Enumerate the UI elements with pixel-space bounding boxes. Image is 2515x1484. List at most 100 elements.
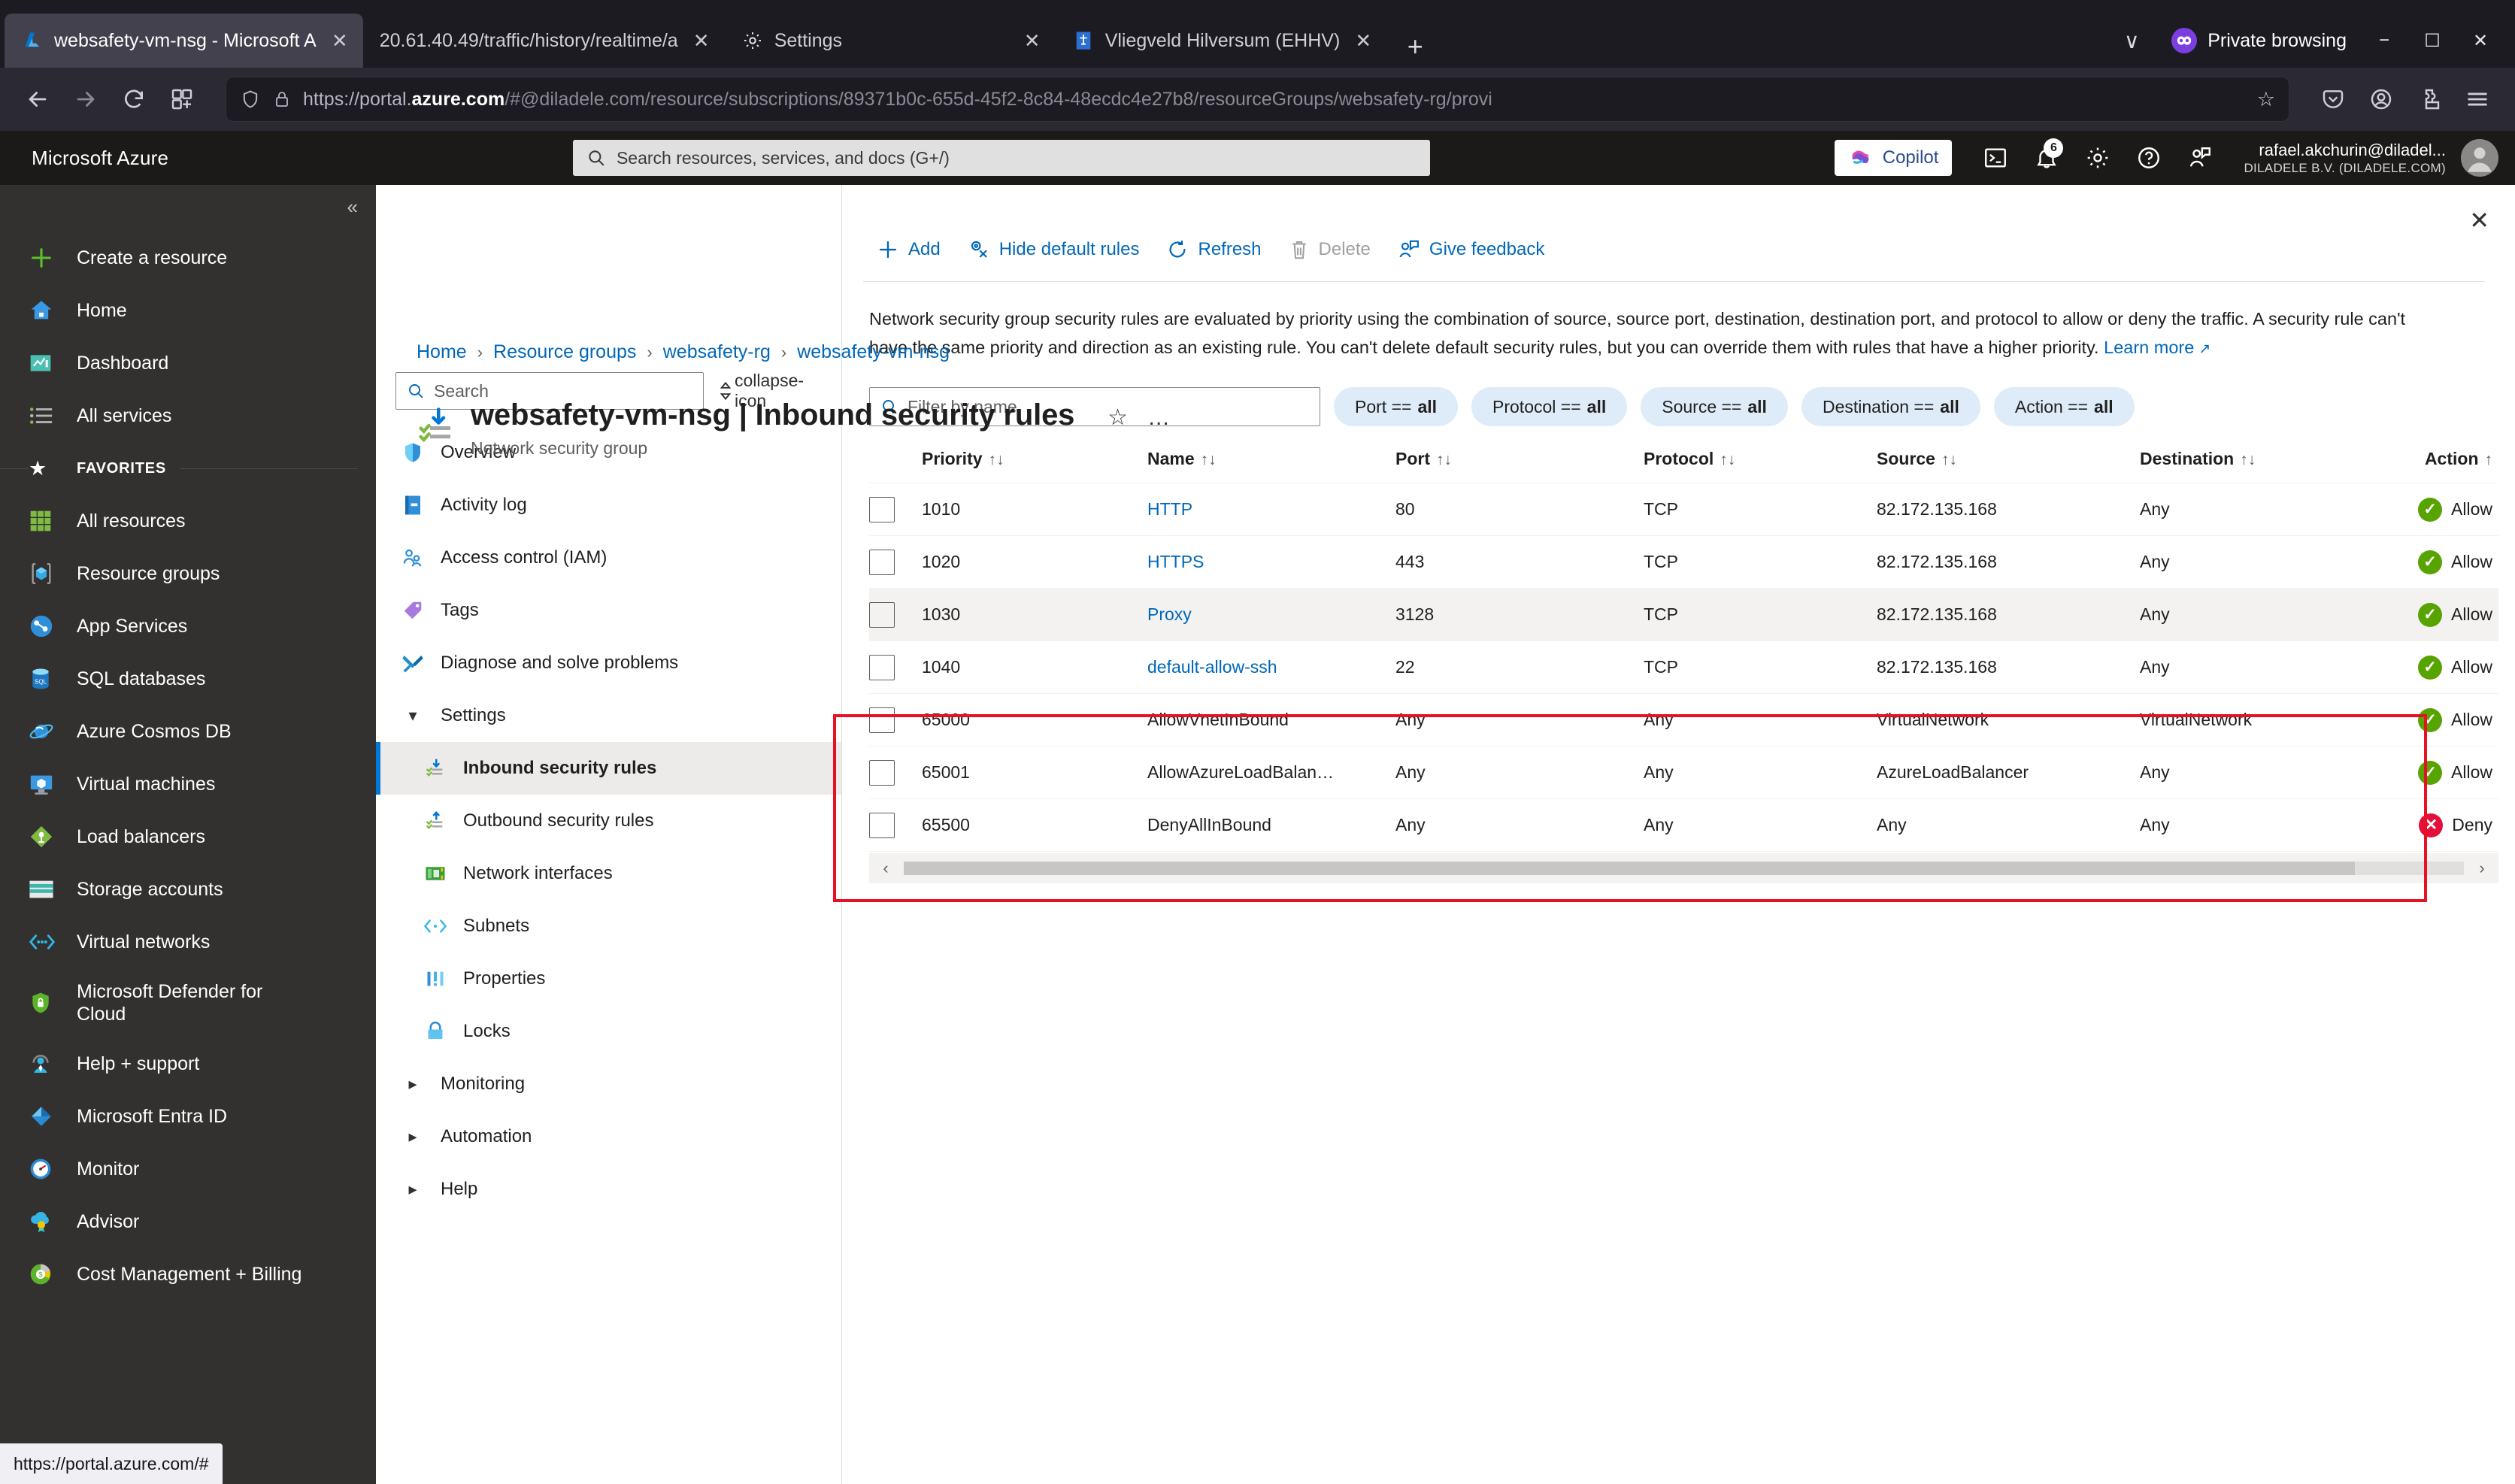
column-header-action[interactable]: Action ↑ [2388,449,2498,483]
save-to-pocket-icon[interactable] [2312,78,2354,120]
menu-item-subnets[interactable]: Subnets [376,900,841,952]
table-row[interactable]: 1030 Proxy 3128 TCP 82.172.135.168 Any ✓… [869,588,2498,641]
menu-item-network-interfaces[interactable]: Network interfaces [376,847,841,900]
extensions-icon[interactable] [161,78,203,120]
row-checkbox-cell[interactable] [869,483,922,536]
list-all-tabs-icon[interactable]: ∨ [2105,29,2158,53]
nav-item-dashboard[interactable]: Dashboard [0,337,376,389]
row-checkbox-cell[interactable] [869,694,922,747]
scroll-left-icon[interactable]: ‹ [869,859,902,878]
close-icon[interactable]: ✕ [327,29,353,53]
cell-name[interactable]: Proxy [1147,589,1395,641]
account-icon[interactable] [2360,78,2402,120]
feedback-icon[interactable] [2176,134,2224,182]
horizontal-scrollbar[interactable]: ‹ › [869,853,2498,884]
close-window-button[interactable]: ✕ [2456,14,2504,68]
nav-item-azure-cosmos-db[interactable]: Azure Cosmos DB [0,705,376,758]
filter-pill-destination[interactable]: Destination == all [1801,387,1980,427]
nav-item-advisor[interactable]: Advisor [0,1195,376,1248]
table-row[interactable]: 65001 AllowAzureLoadBalan… Any Any Azure… [869,746,2498,799]
help-icon[interactable] [2125,134,2173,182]
table-row[interactable]: 65000 AllowVnetInBound Any Any VirtualNe… [869,693,2498,747]
azure-brand[interactable]: Microsoft Azure [17,147,168,170]
row-checkbox-cell[interactable] [869,747,922,799]
nav-item-app-services[interactable]: App Services [0,600,376,653]
browser-tab-2[interactable]: 20.61.40.49/traffic/history/realtime/a ✕ [363,14,725,68]
nav-collapse-icon[interactable]: « [347,195,358,219]
back-icon[interactable] [17,78,59,120]
add-button[interactable]: Add [863,229,954,271]
close-icon[interactable]: ✕ [2469,206,2489,235]
maximize-button[interactable]: ☐ [2408,14,2456,68]
nav-item-all-resources[interactable]: All resources [0,495,376,547]
row-checkbox-cell[interactable] [869,536,922,589]
cell-name[interactable]: HTTPS [1147,536,1395,589]
bookmark-star-icon[interactable]: ☆ [2257,88,2275,111]
settings-gear-icon[interactable] [2074,134,2122,182]
star-icon[interactable]: ☆ [1108,404,1128,431]
row-checkbox[interactable] [869,496,895,522]
breadcrumb-websafety-rg[interactable]: websafety-rg [663,341,771,363]
nav-item-load-balancers[interactable]: Load balancers [0,810,376,863]
avatar[interactable] [2460,139,2498,177]
scrollbar-track[interactable] [904,862,2464,876]
copilot-button[interactable]: Copilot [1834,140,1953,176]
filter-pill-action[interactable]: Action == all [1993,387,2135,427]
column-header-source[interactable]: Source ↑↓ [1877,449,2140,483]
breadcrumb-home[interactable]: Home [417,341,467,363]
nav-item-sql-databases[interactable]: SQL SQL databases [0,653,376,705]
row-checkbox-cell[interactable] [869,799,922,852]
nav-item-help-support[interactable]: Help + support [0,1037,376,1090]
row-checkbox-cell[interactable] [869,641,922,694]
account-info[interactable]: rafael.akchurin@diladel... DILADELE B.V.… [2244,140,2446,177]
new-tab-button[interactable]: + [1394,26,1436,68]
table-row[interactable]: 65500 DenyAllInBound Any Any Any Any ✕ D… [869,798,2498,852]
forward-icon[interactable] [65,78,107,120]
menu-item-tags[interactable]: Tags [376,584,841,637]
menu-item-properties[interactable]: Properties [376,952,841,1005]
reload-icon[interactable] [113,78,155,120]
row-checkbox[interactable] [869,654,895,680]
cell-name[interactable]: HTTP [1147,483,1395,536]
menu-item-activity-log[interactable]: Activity log [376,479,841,532]
column-header-protocol[interactable]: Protocol ↑↓ [1644,449,1877,483]
browser-tab-1[interactable]: websafety-vm-nsg - Microsoft A ✕ [5,14,363,68]
cloud-shell-icon[interactable] [1971,134,2020,182]
menu-group-monitoring[interactable]: ▸ Monitoring [376,1058,841,1110]
refresh-button[interactable]: Refresh [1153,229,1274,271]
give-feedback-button[interactable]: Give feedback [1384,229,1558,271]
nav-item-home[interactable]: Home [0,284,376,337]
menu-item-diagnose-and-solve-problems[interactable]: Diagnose and solve problems [376,637,841,689]
minimize-button[interactable]: − [2360,14,2408,68]
table-row[interactable]: 1010 HTTP 80 TCP 82.172.135.168 Any ✓ Al… [869,483,2498,536]
close-icon[interactable]: ✕ [1350,29,1376,53]
row-checkbox[interactable] [869,707,895,733]
browser-tab-3[interactable]: Settings ✕ [725,14,1056,68]
table-row[interactable]: 1040 default-allow-ssh 22 TCP 82.172.135… [869,641,2498,694]
menu-item-access-control-iam[interactable]: Access control (IAM) [376,532,841,584]
nav-item-all-services[interactable]: All services [0,389,376,442]
menu-group-help[interactable]: ▸ Help [376,1163,841,1216]
address-bar[interactable]: https://portal.azure.com/#@diladele.com/… [226,77,2289,122]
column-header-destination[interactable]: Destination ↑↓ [2140,449,2388,483]
cell-name[interactable]: default-allow-ssh [1147,641,1395,694]
hide-default-rules-button[interactable]: Hide default rules [954,229,1153,271]
extensions-manage-icon[interactable] [2408,78,2450,120]
browser-tab-4[interactable]: Vliegveld Hilversum (EHHV) ✕ [1056,14,1387,68]
menu-item-outbound-security-rules[interactable]: Outbound security rules [376,795,841,847]
nav-item-cost-management-billing[interactable]: $ Cost Management + Billing [0,1248,376,1301]
notifications-icon[interactable]: 6 [2023,134,2071,182]
nav-item-create-a-resource[interactable]: Create a resource [0,232,376,284]
row-checkbox[interactable] [869,759,895,786]
row-checkbox[interactable] [869,549,895,575]
breadcrumb-websafety-vm-nsg[interactable]: websafety-vm-nsg [797,341,950,363]
learn-more-link[interactable]: Learn more [2104,338,2194,357]
nav-item-virtual-networks[interactable]: Virtual networks [0,916,376,968]
global-search-input[interactable]: Search resources, services, and docs (G+… [572,140,1430,176]
menu-item-locks[interactable]: Locks [376,1005,841,1058]
close-icon[interactable]: ✕ [1020,29,1045,53]
nav-item-monitor[interactable]: Monitor [0,1143,376,1195]
nav-item-resource-groups[interactable]: Resource groups [0,547,376,600]
breadcrumb-resource-groups[interactable]: Resource groups [493,341,636,363]
filter-pill-port[interactable]: Port == all [1334,387,1459,427]
